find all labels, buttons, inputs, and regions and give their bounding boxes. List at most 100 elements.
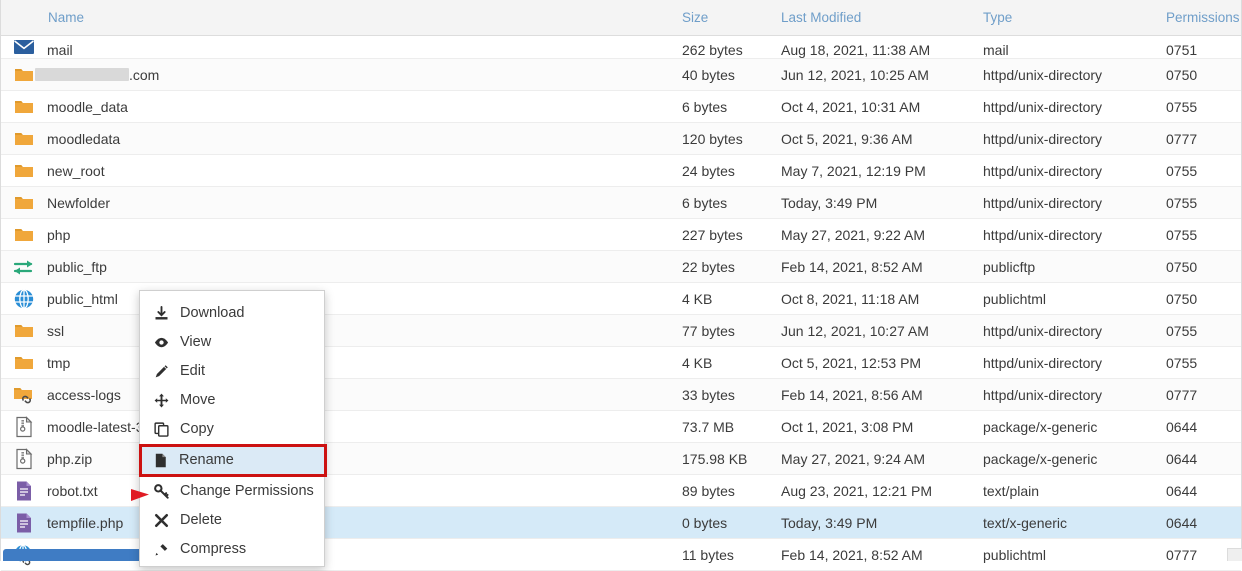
cell-size: 11 bytes (682, 539, 734, 570)
scrollbar-corner[interactable] (1227, 548, 1242, 561)
cell-last-modified: Today, 3:49 PM (781, 187, 877, 218)
table-row[interactable]: mail262 bytesAug 18, 2021, 11:38 AMmail0… (1, 36, 1241, 59)
eye-icon (154, 335, 174, 350)
cell-last-modified: Jun 12, 2021, 10:27 AM (781, 315, 929, 346)
zip-file-icon (13, 448, 35, 470)
cell-type: package/x-generic (983, 443, 1097, 474)
cell-name[interactable]: php (13, 219, 70, 250)
cell-last-modified: Aug 18, 2021, 11:38 AM (781, 36, 930, 59)
cell-permissions[interactable]: 0755 (1166, 187, 1197, 218)
cell-type: publichtml (983, 283, 1046, 314)
file-name-label: Newfolder (47, 195, 110, 211)
context-menu-item-copy[interactable]: Copy (140, 415, 324, 444)
cell-size: 24 bytes (682, 155, 735, 186)
folder-icon (13, 64, 35, 86)
cell-name[interactable]: moodle_data (13, 91, 128, 122)
cell-name[interactable]: public_ftp (13, 251, 107, 282)
folder-icon (13, 192, 35, 214)
cell-name[interactable]: .com (13, 59, 159, 90)
cell-permissions[interactable]: 0644 (1166, 411, 1197, 442)
context-menu-item-label: Copy (180, 415, 214, 444)
context-menu-item-edit[interactable]: Edit (140, 357, 324, 386)
cell-name[interactable]: tempfile.php (13, 507, 123, 538)
column-header-last-modified[interactable]: Last Modified (781, 0, 861, 35)
context-menu-item-download[interactable]: Download (140, 299, 324, 328)
context-menu-item-compress[interactable]: Compress (140, 535, 324, 564)
context-menu-item-label: Change Permissions (180, 477, 314, 506)
file-name-label: robot.txt (47, 483, 98, 499)
cell-type: httpd/unix-directory (983, 155, 1102, 186)
cell-size: 262 bytes (682, 36, 743, 59)
cell-name[interactable]: access-logs (13, 379, 121, 410)
cell-last-modified: Today, 3:49 PM (781, 507, 877, 538)
cell-name[interactable]: public_html (13, 283, 118, 314)
file-name-label: moodle_data (47, 99, 128, 115)
cell-name[interactable]: Newfolder (13, 187, 110, 218)
table-row[interactable]: moodle_data6 bytesOct 4, 2021, 10:31 AMh… (1, 91, 1241, 123)
file-name-label: ssl (47, 323, 64, 339)
cell-permissions[interactable]: 0751 (1166, 36, 1197, 59)
cell-name[interactable]: new_root (13, 155, 105, 186)
folder-icon (13, 96, 35, 118)
cell-type: httpd/unix-directory (983, 379, 1102, 410)
cell-last-modified: May 27, 2021, 9:22 AM (781, 219, 925, 250)
context-menu-item-label: Move (180, 386, 215, 415)
cell-name[interactable]: robot.txt (13, 475, 98, 506)
cell-last-modified: May 27, 2021, 9:24 AM (781, 443, 925, 474)
cell-permissions[interactable]: 0755 (1166, 347, 1197, 378)
mail-icon (13, 36, 35, 58)
cell-permissions[interactable]: 0755 (1166, 155, 1197, 186)
cell-size: 89 bytes (682, 475, 735, 506)
file-name-label: tmp (47, 355, 70, 371)
cell-size: 4 KB (682, 347, 712, 378)
cell-size: 77 bytes (682, 315, 735, 346)
context-menu[interactable]: DownloadViewEditMoveCopy Rename Change Per… (139, 290, 325, 567)
cell-name[interactable]: mail (13, 36, 73, 59)
cell-permissions[interactable]: 0750 (1166, 283, 1197, 314)
cell-permissions[interactable]: 0644 (1166, 507, 1197, 538)
cell-type: httpd/unix-directory (983, 219, 1102, 250)
cell-permissions[interactable]: 0750 (1166, 59, 1197, 90)
cell-size: 73.7 MB (682, 411, 734, 442)
cell-last-modified: May 7, 2021, 12:19 PM (781, 155, 926, 186)
cell-name[interactable]: ssl (13, 315, 64, 346)
context-menu-item-change-permissions[interactable]: Change Permissions (140, 477, 324, 506)
table-row[interactable]: new_root 24 bytes May 7, 2021, 12:19 PM htt… (1, 155, 1241, 187)
file-name-label: moodle-latest-3 (47, 419, 144, 435)
cell-name[interactable]: moodledata (13, 123, 120, 154)
context-menu-item-label: Rename (179, 447, 234, 474)
cell-type: httpd/unix-directory (983, 59, 1102, 90)
cell-permissions[interactable]: 0755 (1166, 315, 1197, 346)
table-row[interactable]: .com40 bytesJun 12, 2021, 10:25 AMhttpd/… (1, 59, 1241, 91)
table-row[interactable]: public_ftp22 bytesFeb 14, 2021, 8:52 AMp… (1, 251, 1241, 283)
context-menu-item-view[interactable]: View (140, 328, 324, 357)
context-menu-item-move[interactable]: Move (140, 386, 324, 415)
cell-permissions[interactable]: 0755 (1166, 91, 1197, 122)
globe-icon (13, 288, 35, 310)
cell-name[interactable]: moodle-latest-3 (13, 411, 144, 442)
cell-permissions[interactable]: 0777 (1166, 379, 1197, 410)
move-arrows-icon (154, 393, 174, 408)
cell-name[interactable]: tmp (13, 347, 70, 378)
cell-permissions[interactable]: 0777 (1166, 539, 1197, 570)
cell-name[interactable]: php.zip (13, 443, 92, 474)
context-menu-item-delete[interactable]: Delete (140, 506, 324, 535)
table-row[interactable]: php227 bytesMay 27, 2021, 9:22 AMhttpd/u… (1, 219, 1241, 251)
table-row[interactable]: moodledata120 bytesOct 5, 2021, 9:36 AMh… (1, 123, 1241, 155)
cell-size: 6 bytes (682, 91, 727, 122)
cell-last-modified: Oct 1, 2021, 3:08 PM (781, 411, 913, 442)
cell-last-modified: Feb 14, 2021, 8:56 AM (781, 379, 923, 410)
cell-permissions[interactable]: 0777 (1166, 123, 1197, 154)
column-header-name[interactable]: Name (48, 0, 84, 35)
column-header-permissions[interactable]: Permissions (1166, 0, 1240, 35)
cell-permissions[interactable]: 0644 (1166, 443, 1197, 474)
column-header-type[interactable]: Type (983, 0, 1012, 35)
context-menu-item-rename[interactable]: Rename (139, 444, 327, 477)
cell-permissions[interactable]: 0755 (1166, 219, 1197, 250)
table-row[interactable]: Newfolder6 bytesToday, 3:49 PMhttpd/unix… (1, 187, 1241, 219)
red-arrow-annotation-icon (104, 484, 150, 504)
column-header-size[interactable]: Size (682, 0, 708, 35)
cell-size: 33 bytes (682, 379, 735, 410)
cell-permissions[interactable]: 0750 (1166, 251, 1197, 282)
cell-permissions[interactable]: 0644 (1166, 475, 1197, 506)
